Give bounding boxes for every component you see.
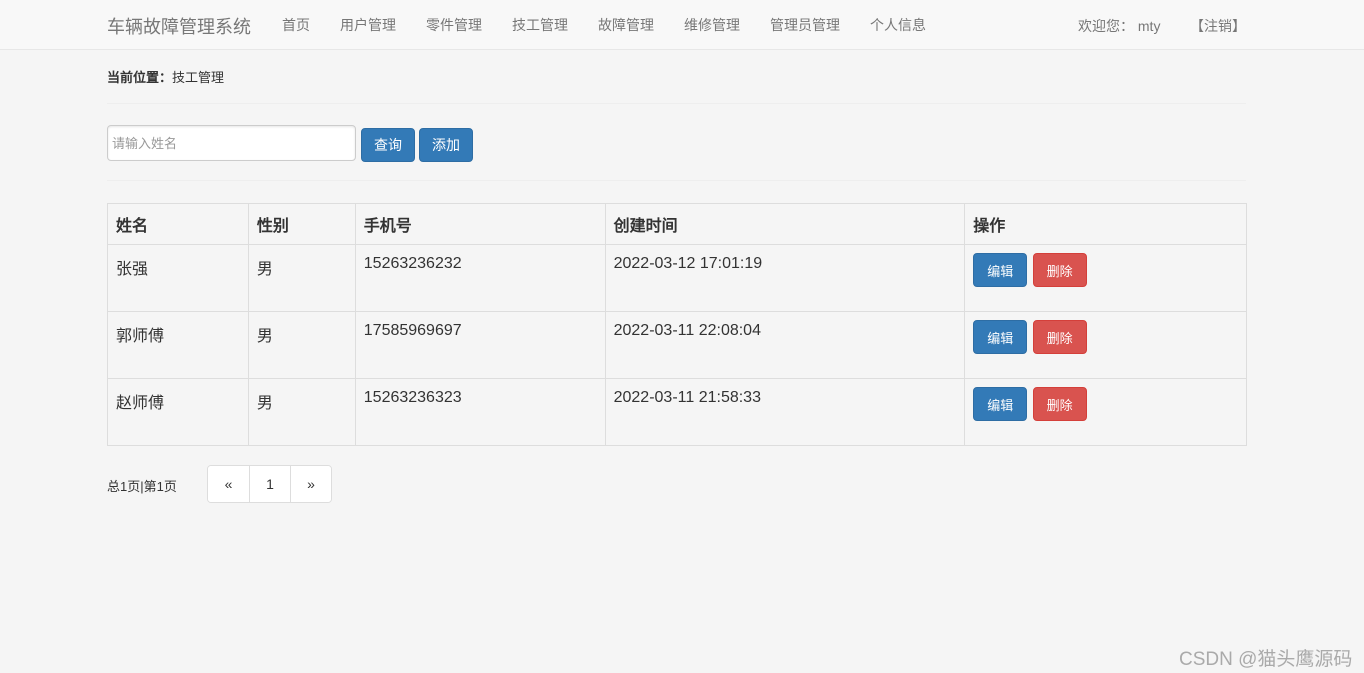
add-button[interactable]: 添加 — [419, 128, 473, 162]
delete-button[interactable]: 删除 — [1032, 253, 1087, 287]
header-name: 姓名 — [107, 203, 249, 245]
nav-item-faults[interactable]: 故障管理 — [583, 15, 669, 35]
main-content: 当前位置：技工管理 查询 添加 姓名 性别 手机号 创建时间 操作 张强 男 1… — [107, 50, 1247, 503]
cell-name: 郭师傅 — [107, 311, 249, 379]
cell-name: 赵师傅 — [107, 378, 249, 446]
cell-gender: 男 — [247, 378, 356, 446]
nav-item-parts[interactable]: 零件管理 — [411, 15, 497, 35]
watermark: CSDN @猫头鹰源码 — [1179, 649, 1353, 670]
cell-phone: 17585969697 — [354, 311, 606, 379]
cell-name: 张强 — [107, 244, 249, 312]
page-number-button[interactable]: 1 — [249, 466, 290, 502]
cell-actions: 编辑 删除 — [964, 378, 1247, 446]
welcome-text: 欢迎您： mty — [1078, 16, 1160, 36]
edit-button[interactable]: 编辑 — [973, 320, 1028, 354]
pagination: « 1 » — [207, 465, 332, 503]
cell-gender: 男 — [247, 311, 356, 379]
table-header-row: 姓名 性别 手机号 创建时间 操作 — [107, 203, 1247, 245]
cell-phone: 15263236232 — [354, 244, 606, 312]
delete-button[interactable]: 删除 — [1032, 320, 1087, 354]
query-button[interactable]: 查询 — [361, 128, 415, 162]
delete-button[interactable]: 删除 — [1032, 387, 1087, 421]
header-actions: 操作 — [964, 203, 1247, 245]
pagination-row: 总1页|第1页 « 1 » — [107, 465, 507, 503]
table-row: 郭师傅 男 17585969697 2022-03-11 22:08:04 编辑… — [107, 311, 1247, 379]
table-row: 张强 男 15263236232 2022-03-12 17:01:19 编辑 … — [107, 244, 1247, 312]
prev-page-button[interactable]: « — [208, 466, 249, 502]
cell-created: 2022-03-12 17:01:19 — [604, 244, 966, 312]
welcome-label: 欢迎您： — [1078, 18, 1134, 34]
next-page-button[interactable]: » — [290, 466, 331, 502]
header-phone: 手机号 — [354, 203, 606, 245]
technician-table: 姓名 性别 手机号 创建时间 操作 张强 男 15263236232 2022-… — [107, 203, 1247, 446]
top-navbar: 车辆故障管理系统 首页 用户管理 零件管理 技工管理 故障管理 维修管理 管理员… — [0, 0, 1364, 50]
nav-item-technicians[interactable]: 技工管理 — [497, 15, 583, 35]
cell-created: 2022-03-11 21:58:33 — [604, 378, 966, 446]
cell-phone: 15263236323 — [354, 378, 606, 446]
breadcrumb-label: 当前位置： — [107, 70, 173, 85]
cell-actions: 编辑 删除 — [964, 244, 1247, 312]
header-created: 创建时间 — [604, 203, 966, 245]
nav-item-profile[interactable]: 个人信息 — [855, 15, 941, 35]
name-search-input[interactable] — [107, 125, 356, 161]
nav-item-admins[interactable]: 管理员管理 — [755, 15, 855, 35]
breadcrumb-current: 技工管理 — [172, 70, 225, 85]
search-bar: 查询 添加 — [107, 104, 1246, 181]
app-brand[interactable]: 车辆故障管理系统 — [107, 13, 251, 39]
page-info: 总1页|第1页 — [107, 479, 177, 494]
cell-actions: 编辑 删除 — [964, 311, 1247, 379]
table-row: 赵师傅 男 15263236323 2022-03-11 21:58:33 编辑… — [107, 378, 1247, 446]
nav-item-repairs[interactable]: 维修管理 — [669, 15, 755, 35]
cell-gender: 男 — [247, 244, 356, 312]
header-gender: 性别 — [247, 203, 356, 245]
username: mty — [1137, 18, 1161, 34]
edit-button[interactable]: 编辑 — [973, 387, 1028, 421]
cell-created: 2022-03-11 22:08:04 — [604, 311, 966, 379]
logout-link[interactable]: 【注销】 — [1190, 16, 1246, 36]
nav-item-users[interactable]: 用户管理 — [325, 15, 411, 35]
breadcrumb: 当前位置：技工管理 — [107, 50, 1246, 104]
main-nav: 首页 用户管理 零件管理 技工管理 故障管理 维修管理 管理员管理 个人信息 — [267, 0, 941, 50]
edit-button[interactable]: 编辑 — [973, 253, 1028, 287]
nav-item-home[interactable]: 首页 — [267, 15, 325, 35]
